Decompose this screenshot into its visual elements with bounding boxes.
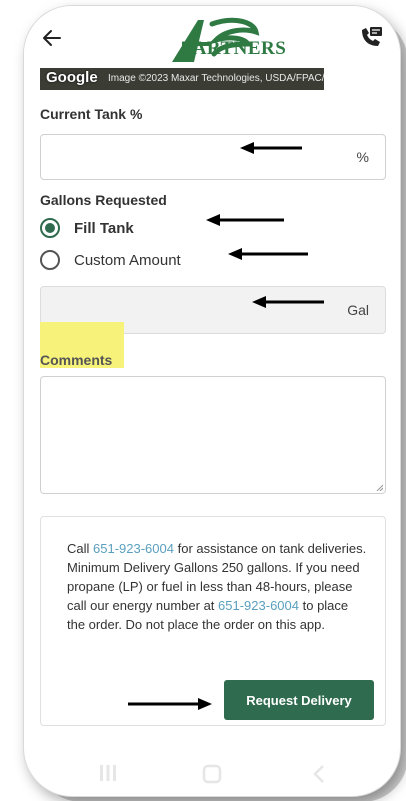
radio-selected-dot [45, 223, 55, 233]
app-header: PARTNERS [24, 6, 400, 68]
phone-link[interactable]: 651-923-6004 [218, 598, 299, 613]
fill-tank-label: Fill Tank [74, 219, 134, 237]
phone-frame: PARTNERS Google Image ©2023 Maxar Techno… [24, 6, 400, 796]
comments-textarea[interactable] [40, 376, 386, 494]
back-nav-icon[interactable] [312, 764, 326, 784]
custom-amount-label: Custom Amount [74, 251, 181, 269]
phone-link[interactable]: 651-923-6004 [93, 541, 174, 556]
annotation-arrow-icon [228, 248, 308, 260]
current-tank-label: Current Tank % [40, 106, 143, 122]
percent-suffix: % [356, 149, 369, 165]
current-tank-input[interactable]: % [40, 134, 386, 180]
annotation-arrow-icon [240, 142, 302, 154]
annotation-arrow-icon [128, 698, 212, 710]
gallons-suffix: Gal [347, 302, 369, 318]
resize-handle-icon[interactable] [375, 483, 383, 491]
logo-text: PARTNERS [182, 38, 287, 59]
home-icon[interactable] [202, 764, 222, 784]
custom-amount-option[interactable]: Custom Amount [40, 248, 181, 272]
info-text-part: Call [67, 541, 94, 556]
phone-message-icon[interactable] [358, 24, 384, 50]
request-delivery-button[interactable]: Request Delivery [224, 680, 374, 720]
annotation-arrow-icon [252, 296, 324, 308]
annotation-arrow-icon [206, 214, 284, 226]
map-attribution: Image ©2023 Maxar Technologies, USDA/FPA… [108, 73, 324, 84]
recent-apps-icon[interactable] [98, 764, 118, 782]
custom-amount-radio[interactable] [40, 250, 60, 270]
comments-label: Comments [40, 352, 113, 368]
fill-tank-radio[interactable] [40, 218, 60, 238]
android-nav-bar [24, 746, 400, 796]
map-preview[interactable]: Google Image ©2023 Maxar Technologies, U… [40, 68, 324, 90]
fill-tank-option[interactable]: Fill Tank [40, 216, 134, 240]
gallons-requested-label: Gallons Requested [40, 192, 167, 208]
back-arrow-icon[interactable] [40, 26, 64, 50]
delivery-info-text: Call 651-923-6004 for assistance on tank… [67, 539, 367, 634]
google-watermark: Google [46, 69, 98, 86]
